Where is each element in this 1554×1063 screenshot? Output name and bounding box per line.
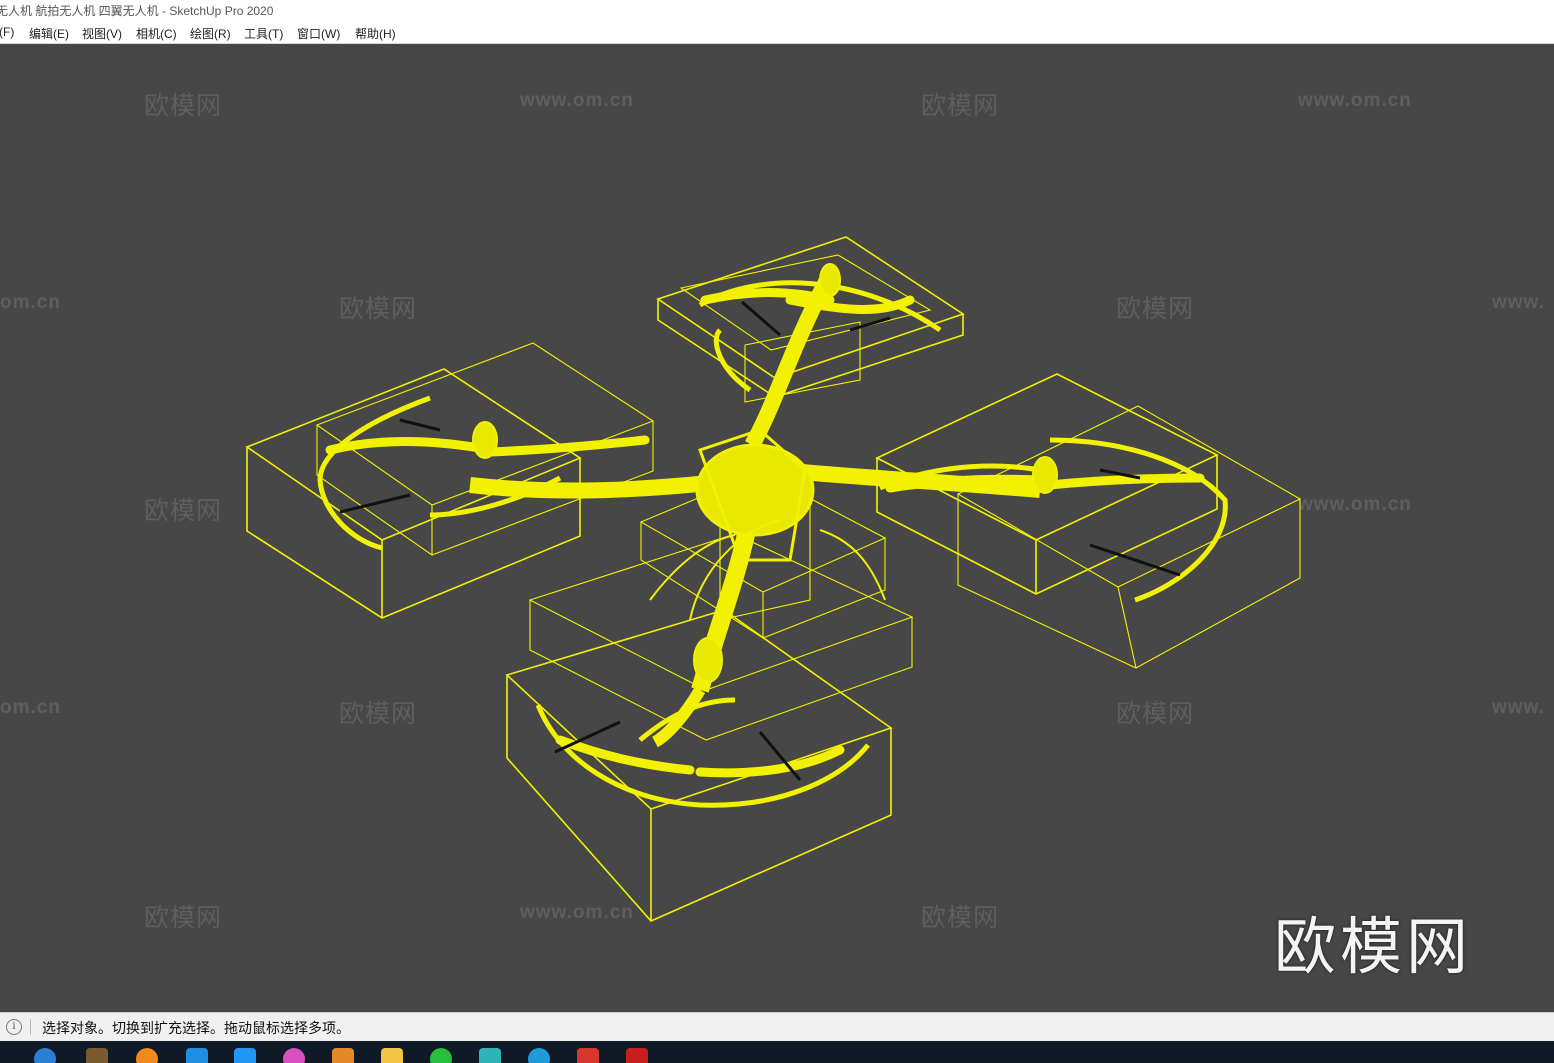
menu-window[interactable]: 窗口(W) [297,25,340,42]
info-icon[interactable]: i [6,1019,22,1035]
title-bar: 无人机 航拍无人机 四翼无人机 - SketchUp Pro 2020 [0,0,1554,22]
rotor-guards [317,280,1228,808]
folder-icon[interactable] [381,1048,403,1063]
media-player-icon[interactable] [136,1048,158,1063]
menu-camera[interactable]: 相机(C) [136,25,177,42]
drone-wireframe-model[interactable] [0,44,1554,1012]
3dsmax-icon[interactable] [479,1048,501,1063]
menu-tools[interactable]: 工具(T) [244,25,283,42]
pdf-app-icon[interactable] [332,1048,354,1063]
window-title: 无人机 航拍无人机 四翼无人机 - SketchUp Pro 2020 [0,4,274,18]
bounding-boxes [245,236,1302,922]
store-icon[interactable] [186,1048,208,1063]
menu-view[interactable]: 视图(V) [82,25,122,42]
menu-help[interactable]: 帮助(H) [355,25,396,42]
dark-edges [339,300,1181,781]
taskbar [0,1041,1554,1063]
bounding-box-right [875,373,1302,669]
edge-icon[interactable] [528,1048,550,1063]
autocad-icon[interactable] [626,1048,648,1063]
sketchup-icon[interactable] [577,1048,599,1063]
drone-body [649,428,886,621]
status-separator [30,1019,31,1035]
status-text: 选择对象。切换到扩充选择。拖动鼠标选择多项。 [42,1020,350,1036]
color-app-icon[interactable] [283,1048,305,1063]
ie-browser-icon[interactable] [34,1048,56,1063]
status-bar: i 选择对象。切换到扩充选择。拖动鼠标选择多项。 [0,1012,1554,1041]
video-app-icon[interactable] [234,1048,256,1063]
menu-file[interactable]: (F) [0,25,14,39]
wechat-icon[interactable] [430,1048,452,1063]
model-viewport[interactable]: 欧模网 www.om.cn 欧模网 www.om.cn om.cn 欧模网 欧模… [0,44,1554,1012]
menu-draw[interactable]: 绘图(R) [190,25,231,42]
menu-bar: (F) 编辑(E) 视图(V) 相机(C) 绘图(R) 工具(T) 窗口(W) … [0,22,1554,44]
brand-logo: 欧模网 [1274,913,1473,982]
menu-edit[interactable]: 编辑(E) [29,25,69,42]
minecraft-icon[interactable] [86,1048,108,1063]
bounding-box-bottom [505,533,914,922]
bounding-box-left [245,342,655,619]
